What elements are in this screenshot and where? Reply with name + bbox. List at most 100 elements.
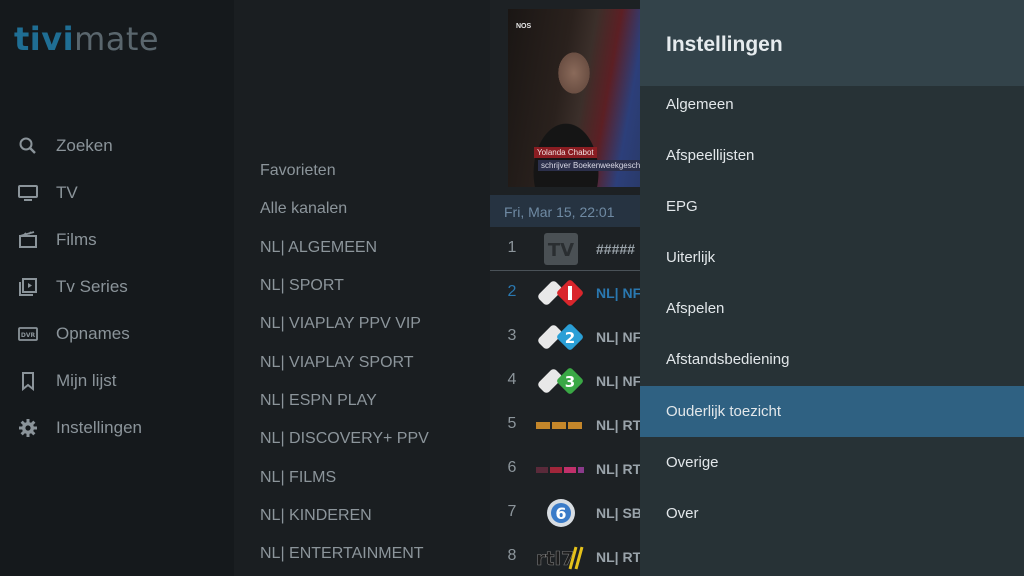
settings-header: Instellingen (640, 0, 1024, 86)
nav-item-mijn-lijst[interactable]: Mijn lijst (0, 361, 234, 401)
settings-item-afspeellijsten[interactable]: Afspeellijsten (640, 130, 1024, 181)
group-item[interactable]: Alle kanalen (260, 200, 347, 218)
tivimate-logo: tivimate (14, 20, 160, 58)
nav-item-label: Zoeken (56, 136, 113, 155)
npo1-logo (538, 280, 583, 306)
channel-number: 2 (507, 283, 517, 300)
svg-text:3: 3 (565, 373, 575, 391)
svg-text:TV: TV (548, 240, 574, 261)
channel-number: 5 (507, 415, 517, 432)
npo3-logo: 3 (538, 368, 583, 394)
nav-item-label: Opnames (56, 324, 130, 343)
channel-row[interactable]: 2 NL| NF (490, 271, 642, 315)
broadcaster-watermark: NOS (516, 23, 532, 30)
channel-name: NL| NF (596, 285, 642, 301)
nav-item-label: Tv Series (56, 277, 128, 296)
settings-item-label: EPG (666, 198, 698, 215)
channel-number: 3 (507, 327, 517, 344)
caption-name: Yolanda Chabot (534, 147, 597, 158)
group-item[interactable]: Favorieten (260, 162, 336, 180)
nav-item-label: Mijn lijst (56, 371, 117, 390)
settings-item-uiterlijk[interactable]: Uiterlijk (640, 232, 1024, 283)
channel-row[interactable]: 7 6 NL| SB (490, 491, 642, 535)
main-nav: tivimate Zoeken TV Films Tv Series DVR O… (0, 0, 234, 576)
channel-number: 1 (507, 239, 517, 256)
caption-role: schrijver Boekenweekgesch (538, 160, 640, 171)
nav-item-opnames[interactable]: DVR Opnames (0, 314, 234, 354)
channel-row[interactable]: 4 3 NL| NF (490, 359, 642, 403)
svg-text:2: 2 (565, 329, 575, 347)
channel-number: 4 (507, 371, 517, 388)
nav-item-search[interactable]: Zoeken (0, 126, 234, 166)
channel-row[interactable]: 6 NL| RT (490, 447, 642, 491)
settings-item-label: Afspeellijsten (666, 147, 755, 164)
date-time-bar: Fri, Mar 15, 22:01 (490, 195, 640, 227)
group-item[interactable]: NL| SPORT (260, 277, 344, 295)
settings-title: Instellingen (666, 33, 783, 56)
channel-row[interactable]: 1 TV ##### (490, 227, 640, 271)
settings-item-over[interactable]: Over (640, 488, 1024, 539)
channel-row[interactable]: 3 2 NL| NF (490, 315, 642, 359)
settings-item-label: Afstandsbediening (666, 351, 790, 368)
nav-item-label: Instellingen (56, 418, 143, 437)
channel-number: 7 (507, 503, 517, 520)
date-time: Fri, Mar 15, 22:01 (504, 204, 615, 220)
sbs6-logo: 6 (547, 499, 575, 527)
settings-item-label: Algemeen (666, 96, 734, 113)
settings-item-label: Ouderlijk toezicht (666, 403, 782, 420)
nav-item-label: TV (56, 183, 78, 202)
settings-item-label: Afspelen (666, 300, 725, 317)
group-item[interactable]: NL| DISCOVERY+ PPV (260, 430, 429, 448)
channel-name: NL| RT (596, 417, 642, 433)
tv-icon (17, 182, 39, 204)
settings-panel: Instellingen Algemeen Afspeellijsten EPG… (640, 0, 1024, 576)
channel-row[interactable]: 5 NL| RT (490, 403, 642, 447)
npo2-logo: 2 (538, 324, 583, 350)
settings-item-afstandsbediening[interactable]: Afstandsbediening (640, 334, 1024, 385)
group-item[interactable]: NL| VIAPLAY SPORT (260, 354, 414, 372)
settings-item-label: Overige (666, 454, 719, 471)
channel-number: 6 (507, 459, 517, 476)
settings-item-label: Over (666, 505, 699, 522)
settings-item-algemeen[interactable]: Algemeen (640, 79, 1024, 130)
channel-name: NL| RT (596, 461, 642, 477)
bookmark-icon (17, 370, 39, 392)
group-item[interactable]: NL| ENTERTAINMENT (260, 545, 424, 563)
rtl4-logo (536, 422, 582, 429)
settings-item-afspelen[interactable]: Afspelen (640, 283, 1024, 334)
rtl5-logo (536, 467, 584, 473)
group-item[interactable]: NL| FILMS (260, 469, 336, 487)
video-preview[interactable]: NOS Yolanda Chabot schrijver Boekenweekg… (508, 9, 640, 187)
channel-name: ##### (596, 241, 635, 257)
settings-item-overige[interactable]: Overige (640, 437, 1024, 488)
tv-placeholder-logo: TV (544, 233, 578, 265)
nav-item-tv-series[interactable]: Tv Series (0, 267, 234, 307)
nav-item-label: Films (56, 230, 97, 249)
channel-name: NL| NF (596, 329, 642, 345)
search-icon (17, 135, 39, 157)
channel-number: 8 (507, 547, 517, 564)
group-list: Favorieten Alle kanalen NL| ALGEMEEN NL|… (234, 0, 490, 576)
film-icon (17, 229, 39, 251)
channel-name: NL| SB (596, 505, 642, 521)
nav-item-films[interactable]: Films (0, 220, 234, 260)
channel-row[interactable]: 8 rtl7 NL| RT (490, 535, 642, 576)
nav-item-tv[interactable]: TV (0, 173, 234, 213)
settings-item-label: Uiterlijk (666, 249, 716, 266)
channel-name: NL| RT (596, 549, 642, 565)
channel-list: NOS Yolanda Chabot schrijver Boekenweekg… (490, 0, 642, 576)
group-item[interactable]: NL| ALGEMEEN (260, 239, 377, 257)
settings-item-ouderlijk-toezicht[interactable]: Ouderlijk toezicht (640, 386, 1024, 437)
channel-name: NL| NF (596, 373, 642, 389)
gear-icon (17, 417, 39, 439)
series-icon (17, 276, 39, 298)
group-item[interactable]: NL| ESPN PLAY (260, 392, 377, 410)
group-item[interactable]: NL| KINDEREN (260, 507, 372, 525)
svg-text:DVR: DVR (21, 332, 36, 339)
rtl7-logo: rtl7 (536, 546, 584, 570)
nav-item-instellingen[interactable]: Instellingen (0, 408, 234, 448)
dvr-icon: DVR (17, 323, 39, 345)
svg-text:6: 6 (555, 504, 566, 523)
settings-item-epg[interactable]: EPG (640, 181, 1024, 232)
group-item[interactable]: NL| VIAPLAY PPV VIP (260, 315, 421, 333)
